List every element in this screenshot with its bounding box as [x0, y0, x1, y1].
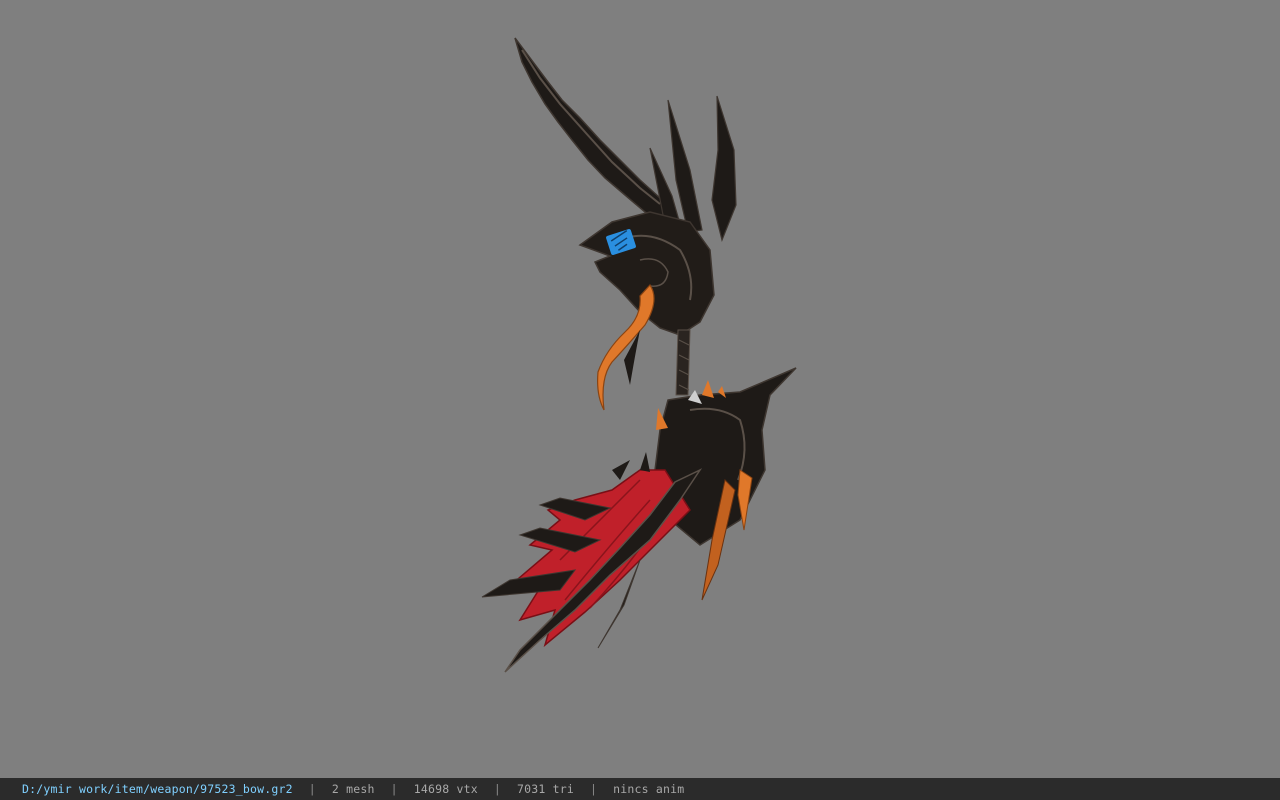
vertex-count-label: 14698 vtx — [413, 782, 478, 796]
separator: | — [589, 782, 598, 796]
separator: | — [390, 782, 398, 796]
bow-model-render — [481, 37, 797, 673]
3d-viewport[interactable] — [0, 0, 1280, 778]
status-bar: D:/ymir work/item/weapon/97523_bow.gr2 | 2… — [0, 778, 1280, 800]
bow-lower-limb — [481, 367, 797, 673]
animation-status-label: nincs anim — [613, 782, 685, 796]
file-path-label: D:/ymir work/item/weapon/97523_bow.gr2 — [22, 782, 293, 796]
mesh-count-label: 2 mesh — [331, 782, 375, 796]
triangle-count-label: 7031 tri — [516, 782, 574, 796]
bow-upper-limb — [514, 37, 737, 411]
separator: | — [493, 782, 501, 796]
bow-grip — [675, 329, 691, 396]
separator: | — [308, 782, 316, 796]
